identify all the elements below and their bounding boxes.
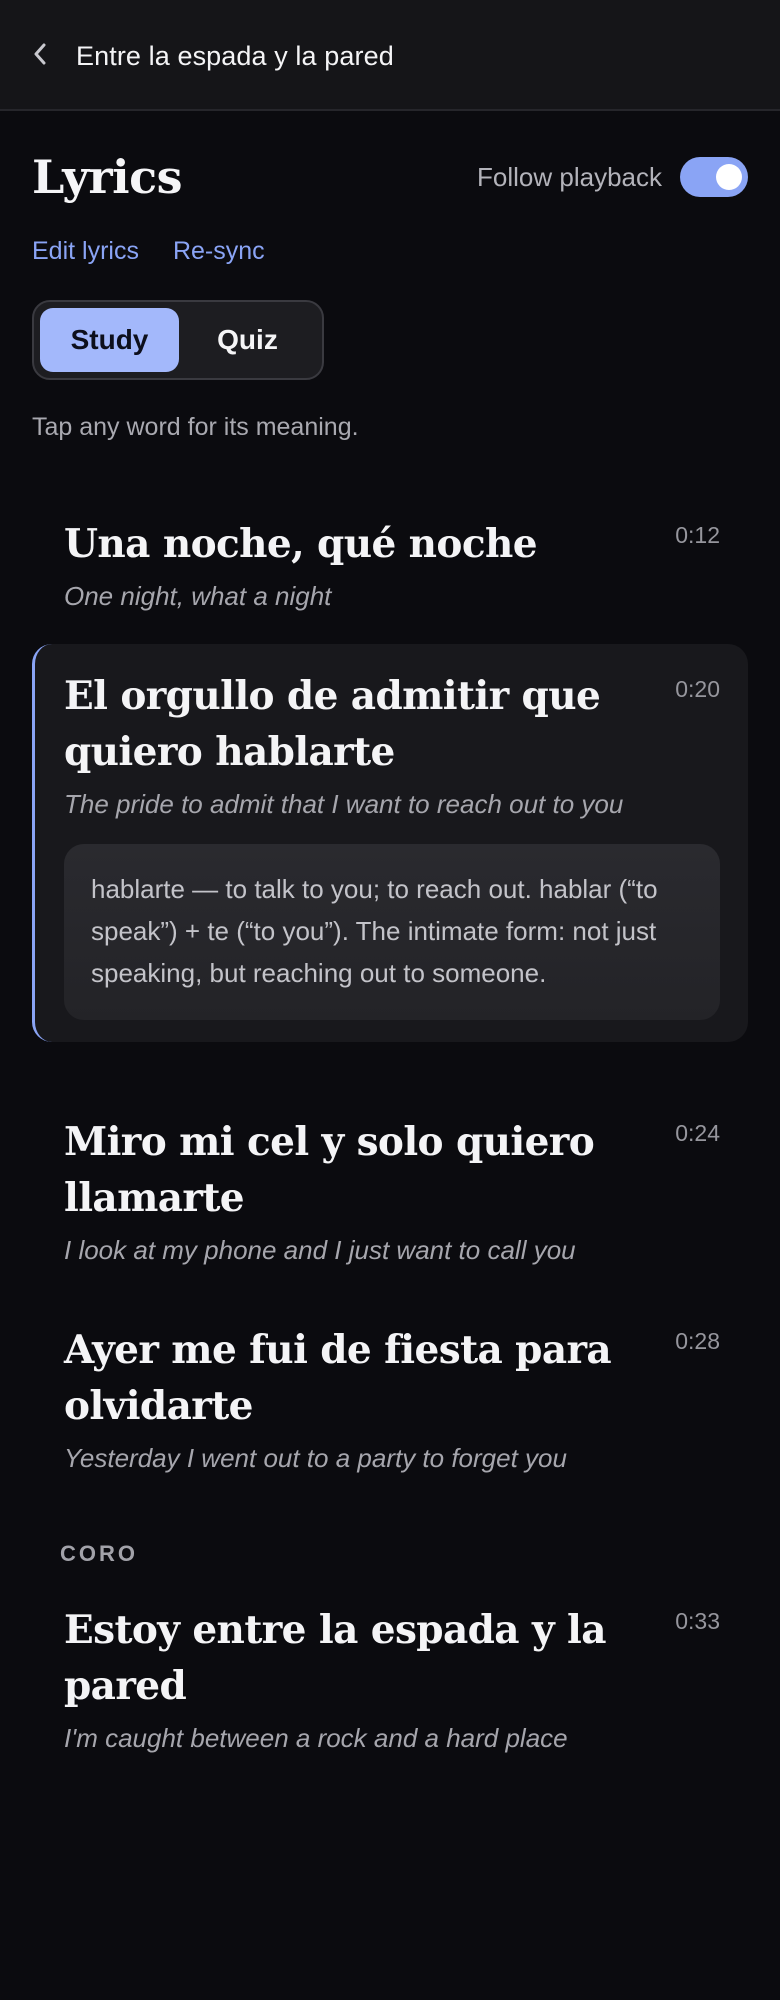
- word-meaning-card: hablarte — to talk to you; to reach out.…: [64, 844, 720, 1020]
- top-bar: Entre la espada y la pared: [0, 0, 780, 111]
- quiz-mode-button[interactable]: Quiz: [179, 308, 316, 372]
- line-timestamp: 0:28: [675, 1328, 720, 1354]
- line-timestamp: 0:20: [675, 676, 720, 702]
- line-timestamp: 0:33: [675, 1608, 720, 1634]
- hint-text: Tap any word for its meaning.: [32, 413, 359, 441]
- lyric-line[interactable]: 0:33 Estoy entre la espada y la pared I'…: [32, 1602, 748, 1756]
- lyric-line[interactable]: 0:28 Ayer me fui de fiesta para olvidart…: [32, 1322, 748, 1476]
- toggle-knob: [716, 164, 742, 190]
- follow-playback-control: Follow playback: [477, 157, 748, 197]
- follow-playback-label: Follow playback: [477, 162, 662, 192]
- lyric-line-active[interactable]: 0:20 El orgullo de admitir que quiero ha…: [32, 644, 748, 1042]
- lyric-line[interactable]: 0:24 Miro mi cel y solo quiero llamarte …: [32, 1114, 748, 1268]
- lyric-translation: Yesterday I went out to a party to forge…: [64, 1443, 567, 1473]
- lyric-text[interactable]: Estoy entre la espada y la pared: [64, 1602, 624, 1714]
- lyric-translation: One night, what a night: [64, 581, 332, 611]
- resync-link[interactable]: Re-sync: [173, 233, 265, 269]
- line-timestamp: 0:24: [675, 1120, 720, 1146]
- lyrics-actions: Edit lyrics Re-sync: [32, 233, 299, 269]
- lyric-line[interactable]: 0:12 Una noche, qué noche One night, wha…: [32, 516, 748, 614]
- line-timestamp: 0:12: [675, 522, 720, 548]
- page-title: Lyrics: [32, 150, 183, 204]
- lyric-translation: The pride to admit that I want to reach …: [64, 789, 624, 819]
- chevron-left-icon: [33, 43, 47, 70]
- lyric-translation: I look at my phone and I just want to ca…: [64, 1235, 576, 1265]
- song-title: Entre la espada y la pared: [76, 41, 394, 71]
- follow-playback-toggle[interactable]: [680, 157, 748, 197]
- edit-lyrics-link[interactable]: Edit lyrics: [32, 233, 139, 269]
- lyric-text[interactable]: Una noche, qué noche: [64, 516, 624, 572]
- back-button[interactable]: [26, 38, 54, 74]
- study-mode-button[interactable]: Study: [40, 308, 179, 372]
- mode-switch: Study Quiz: [32, 300, 324, 380]
- section-label: CORO: [60, 1541, 138, 1566]
- lyric-text[interactable]: Ayer me fui de fiesta para olvidarte: [64, 1322, 624, 1434]
- lyric-translation: I'm caught between a rock and a hard pla…: [64, 1723, 568, 1753]
- lyric-text[interactable]: El orgullo de admitir que quiero hablart…: [64, 668, 624, 780]
- lyric-text[interactable]: Miro mi cel y solo quiero llamarte: [64, 1114, 624, 1226]
